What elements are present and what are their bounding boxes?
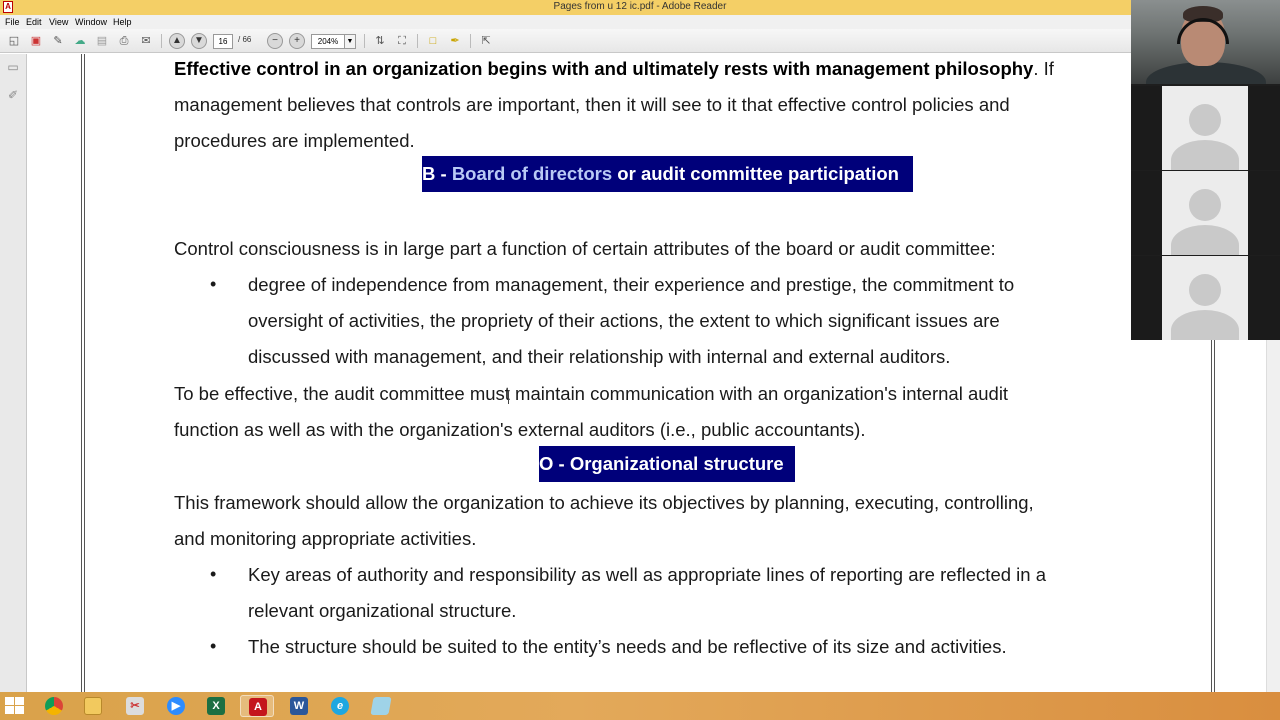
- zoom-level-input[interactable]: 204%: [311, 34, 345, 49]
- menu-window[interactable]: Window: [75, 17, 107, 27]
- heading-rest: or audit committee participation: [612, 163, 899, 184]
- bullet-point: •: [210, 564, 217, 584]
- navigation-pane: ▭ ✐: [0, 54, 27, 692]
- zoom-icon: ▶: [167, 697, 185, 715]
- toolbar: ◱ ▣ ✎ ☁ ▤ ⎙ ✉ ▲ ▼ 16 / 66 − + 204% ▼ ⇅ ⛶…: [0, 29, 1280, 53]
- taskbar: ✂ ▶ X A W e: [0, 692, 1280, 720]
- notepad-taskbar-button[interactable]: [364, 695, 398, 717]
- title-bar: A Pages from u 12 ic.pdf - Adobe Reader: [0, 0, 1280, 15]
- word-taskbar-button[interactable]: W: [282, 695, 316, 717]
- menu-file[interactable]: File: [5, 17, 20, 27]
- fit-page-icon[interactable]: ⇅: [372, 33, 388, 49]
- windows-start-icon[interactable]: [4, 696, 26, 716]
- adobe-icon: A: [249, 698, 267, 716]
- excel-taskbar-button[interactable]: X: [199, 695, 233, 717]
- avatar-head: [1189, 274, 1221, 306]
- paragraph-line: Effective control in an organization beg…: [174, 58, 1054, 80]
- participant-tile[interactable]: [1131, 171, 1280, 255]
- avatar-body: [1171, 225, 1239, 255]
- fit-width-icon[interactable]: ⛶: [394, 33, 410, 49]
- text-cursor-icon: [508, 390, 514, 404]
- bullet-line: The structure should be suited to the en…: [248, 636, 1007, 657]
- excel-icon: X: [207, 697, 225, 715]
- paragraph-line: function as well as with the organizatio…: [174, 419, 866, 440]
- paragraph-line: procedures are implemented.: [174, 130, 415, 151]
- menu-help[interactable]: Help: [113, 17, 132, 27]
- heading-highlight: Board of directors: [451, 163, 613, 184]
- notepad-icon: [370, 697, 392, 715]
- paragraph-line: and monitoring appropriate activities.: [174, 528, 477, 549]
- edit-icon[interactable]: ✎: [50, 33, 66, 49]
- zoom-out-icon[interactable]: −: [267, 33, 283, 49]
- sign-icon[interactable]: ✒: [447, 33, 463, 49]
- page-number-input[interactable]: 16: [213, 34, 233, 49]
- bullet-line: degree of independence from management, …: [248, 274, 1015, 295]
- menu-bar: File Edit View Window Help: [0, 15, 1280, 29]
- bold-sentence: Effective control in an organization beg…: [174, 58, 1034, 79]
- paragraph-line: Control consciousness is in large part a…: [174, 238, 996, 259]
- participant-tile[interactable]: [1131, 86, 1280, 170]
- create-icon[interactable]: ◱: [6, 33, 22, 49]
- toolbar-separator: [417, 34, 418, 48]
- bullet-line: relevant organizational structure.: [248, 600, 517, 621]
- app-window: A Pages from u 12 ic.pdf - Adobe Reader …: [0, 0, 1280, 720]
- snipping-tool-taskbar-button[interactable]: ✂: [118, 695, 152, 717]
- adobe-reader-taskbar-button[interactable]: A: [240, 695, 274, 717]
- internet-explorer-taskbar-button[interactable]: e: [323, 695, 357, 717]
- menu-edit[interactable]: Edit: [26, 17, 42, 27]
- scissors-icon: ✂: [126, 697, 144, 715]
- page-edge-left: [81, 54, 85, 692]
- print-icon[interactable]: ⎙: [116, 33, 132, 49]
- avatar: [1162, 256, 1248, 340]
- zoom-in-icon[interactable]: +: [289, 33, 305, 49]
- save-icon[interactable]: ▤: [94, 33, 110, 49]
- avatar-head: [1189, 104, 1221, 136]
- avatar: [1162, 171, 1248, 255]
- folder-icon: [84, 697, 102, 715]
- section-heading-structure: O - Organizational structure: [539, 446, 795, 482]
- chrome-taskbar-button[interactable]: [37, 695, 71, 717]
- presenter-video[interactable]: [1131, 0, 1280, 84]
- heading-prefix: B -: [422, 163, 452, 184]
- chevron-down-icon[interactable]: ▼: [344, 34, 356, 49]
- next-page-icon[interactable]: ▼: [191, 33, 207, 49]
- avatar: [1162, 86, 1248, 170]
- file-explorer-taskbar-button[interactable]: [76, 695, 110, 717]
- bullet-point: •: [210, 636, 217, 656]
- window-title: Pages from u 12 ic.pdf - Adobe Reader: [553, 1, 727, 12]
- bullet-line: discussed with management, and their rel…: [248, 346, 951, 367]
- sentence-continuation: . If: [1033, 58, 1054, 79]
- toolbar-separator: [364, 34, 365, 48]
- avatar-body: [1171, 140, 1239, 170]
- expand-icon[interactable]: ⇱: [478, 33, 494, 49]
- bullet-point: •: [210, 274, 217, 294]
- paragraph-line: This framework should allow the organiza…: [174, 492, 1034, 513]
- participant-tile[interactable]: [1131, 256, 1280, 340]
- vertical-scrollbar[interactable]: [1266, 340, 1280, 692]
- avatar-body: [1171, 310, 1239, 340]
- paragraph-line: To be effective, the audit committee mus…: [174, 383, 1009, 404]
- pages-panel-icon[interactable]: ▭: [6, 60, 20, 76]
- paragraph-line: management believes that controls are im…: [174, 94, 1010, 115]
- cloud-icon[interactable]: ☁: [72, 33, 88, 49]
- zoom-taskbar-button[interactable]: ▶: [159, 695, 193, 717]
- attachment-icon[interactable]: ✐: [6, 88, 20, 104]
- menu-view[interactable]: View: [49, 17, 68, 27]
- email-icon[interactable]: ✉: [138, 33, 154, 49]
- comment-icon[interactable]: □: [425, 33, 441, 49]
- page-total: / 66: [238, 35, 252, 44]
- bullet-line: oversight of activities, the propriety o…: [248, 310, 1000, 331]
- ie-icon: e: [331, 697, 349, 715]
- chrome-icon: [45, 697, 63, 715]
- avatar-head: [1189, 189, 1221, 221]
- prev-page-icon[interactable]: ▲: [169, 33, 185, 49]
- bullet-line: Key areas of authority and responsibilit…: [248, 564, 1046, 585]
- toolbar-separator: [161, 34, 162, 48]
- section-heading-board: B - Board of directors or audit committe…: [422, 156, 913, 192]
- combine-icon[interactable]: ▣: [28, 33, 44, 49]
- toolbar-separator: [470, 34, 471, 48]
- word-icon: W: [290, 697, 308, 715]
